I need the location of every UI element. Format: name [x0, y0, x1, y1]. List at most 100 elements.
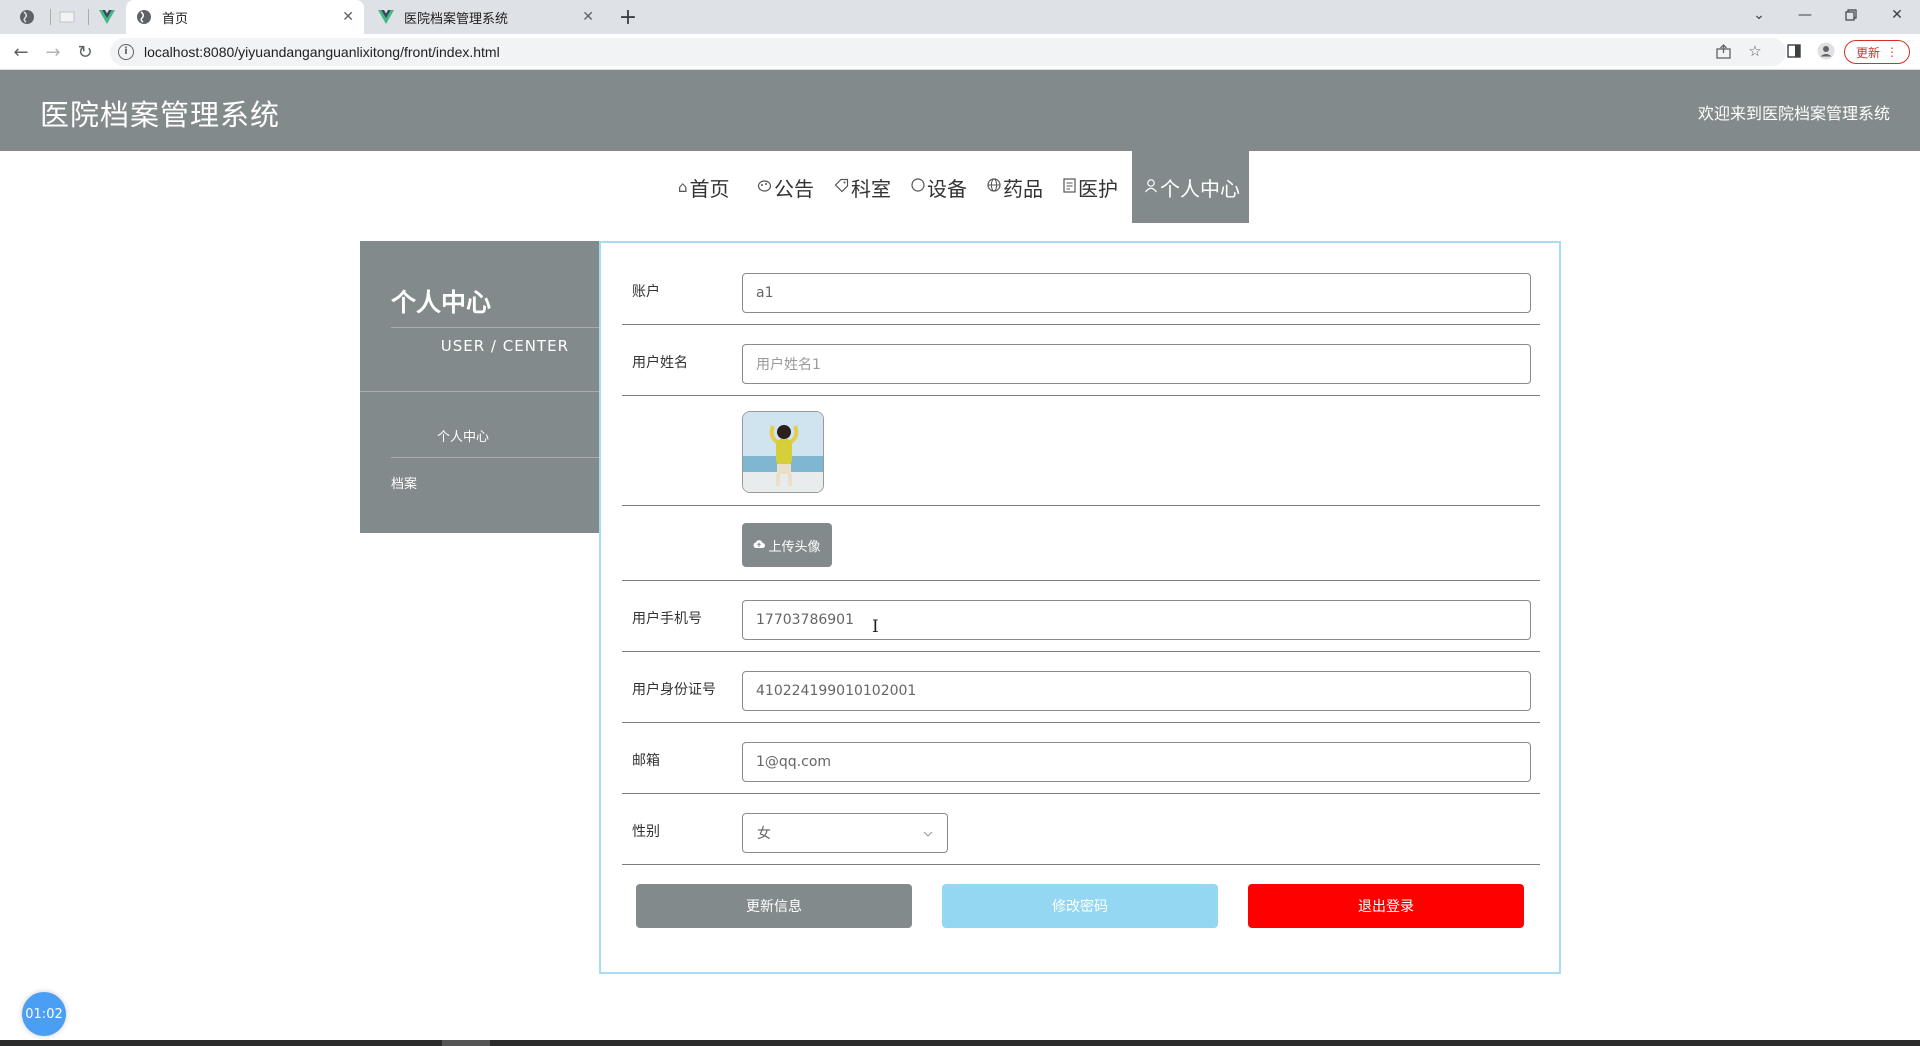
nav-item-home[interactable]: ⌂ 首页 [678, 151, 730, 223]
new-tab-button[interactable]: + [614, 3, 642, 31]
circle-icon [911, 178, 925, 196]
doc-icon [1063, 177, 1076, 197]
announce-icon [757, 178, 772, 197]
idcard-value: 410224199010102001 [756, 683, 917, 699]
globe-icon [136, 9, 152, 25]
sidebar-item-archive[interactable]: 档案 [391, 473, 417, 492]
close-icon[interactable]: ✕ [582, 9, 594, 25]
form-row-email: 邮箱 1@qq.com [622, 723, 1540, 794]
close-icon[interactable]: ✕ [342, 9, 354, 25]
form-row-phone: 用户手机号 17703786901 [622, 581, 1540, 652]
email-value: 1@qq.com [756, 754, 832, 770]
site-title: 医院档案管理系统 [40, 98, 281, 132]
nav-label: 设备 [927, 176, 967, 201]
tab-title: 医院档案管理系统 [404, 11, 509, 27]
update-button[interactable]: 更新 ⋮ [1844, 40, 1910, 64]
change-password-button[interactable]: 修改密码 [942, 884, 1218, 928]
sidebar-subtitle: USER / CENTER [440, 337, 569, 355]
close-window-button[interactable]: ✕ [1874, 0, 1920, 30]
gender-label: 性别 [632, 824, 660, 840]
pinned-tab-globe[interactable] [12, 6, 42, 28]
profile-avatar-icon[interactable] [1813, 38, 1839, 64]
nav-item-equipment[interactable]: 设备 [911, 151, 967, 223]
name-label: 用户姓名 [632, 355, 688, 371]
nav-label: 药品 [1003, 176, 1043, 201]
upload-avatar-button[interactable]: 上传头像 [742, 523, 832, 567]
nav-item-medicine[interactable]: 药品 [987, 151, 1043, 223]
form-row-gender: 性别 女 [622, 794, 1540, 865]
form-row-upload: 上传头像 [622, 506, 1540, 581]
form-row-idcard: 用户身份证号 410224199010102001 [622, 652, 1540, 723]
upload-label: 上传头像 [768, 539, 821, 555]
phone-input[interactable]: 17703786901 [742, 600, 1531, 640]
form-row-account: 账户 a1 [622, 243, 1540, 325]
page-icon [59, 11, 75, 23]
account-value: a1 [756, 285, 774, 301]
address-bar[interactable]: i localhost:8080/yiyuandanganguanlixiton… [110, 38, 1786, 66]
restore-button[interactable] [1828, 0, 1874, 30]
timer-badge[interactable]: 01:02 [22, 992, 66, 1036]
nav-item-medical-staff[interactable]: 医护 [1063, 151, 1118, 223]
share-icon[interactable] [1710, 38, 1736, 64]
divider [391, 457, 599, 458]
form-row-name: 用户姓名 用户姓名1 [622, 325, 1540, 396]
phone-label: 用户手机号 [632, 611, 702, 627]
text-cursor-icon: I [872, 617, 879, 637]
nav-label: 首页 [689, 176, 730, 201]
site-header: 医院档案管理系统 欢迎来到医院档案管理系统 [0, 70, 1920, 151]
nav-item-personal-center[interactable]: 个人中心 [1132, 151, 1249, 223]
url-text[interactable]: localhost:8080/yiyuandanganguanlixitong/… [144, 44, 500, 60]
nav-label: 公告 [774, 176, 814, 201]
browser-tab-bar: 首页 ✕ 医院档案管理系统 ✕ + ⌄ — ✕ [0, 0, 1920, 34]
user-icon [1144, 178, 1158, 197]
nav-item-announcement[interactable]: 公告 [757, 151, 814, 223]
update-label: 更新 [1855, 45, 1880, 60]
divider [360, 391, 599, 392]
gender-select[interactable]: 女 [742, 813, 948, 853]
tab-title: 首页 [162, 11, 189, 27]
pinned-tab-vue[interactable] [92, 6, 122, 28]
account-input[interactable]: a1 [742, 273, 1531, 313]
update-info-button[interactable]: 更新信息 [636, 884, 912, 928]
tab-search-chevron-icon[interactable]: ⌄ [1736, 0, 1782, 30]
main-nav: ⌂ 首页 公告 科室 设备 药品 医护 个人中心 [0, 151, 1920, 223]
idcard-label: 用户身份证号 [632, 682, 716, 698]
sidebar-item-personal-center[interactable]: 个人中心 [437, 426, 489, 445]
vue-icon [99, 10, 115, 24]
vue-icon [378, 9, 394, 25]
idcard-input[interactable]: 410224199010102001 [742, 671, 1531, 711]
cloud-upload-icon [753, 538, 766, 553]
tab-home[interactable]: 首页 ✕ [126, 0, 364, 34]
avatar [742, 411, 824, 493]
home-icon: ⌂ [678, 178, 688, 196]
reload-icon[interactable]: ↻ [72, 39, 98, 65]
back-arrow-icon[interactable]: ← [8, 39, 34, 65]
forward-arrow-icon[interactable]: → [40, 39, 66, 65]
form-row-avatar [622, 396, 1540, 506]
phone-value: 17703786901 [756, 612, 854, 628]
tag-icon [834, 178, 849, 197]
globe-icon [987, 178, 1001, 196]
email-input[interactable]: 1@qq.com [742, 742, 1531, 782]
welcome-text: 欢迎来到医院档案管理系统 [1697, 104, 1890, 123]
bookmark-star-icon[interactable]: ☆ [1742, 38, 1768, 64]
email-label: 邮箱 [632, 753, 660, 769]
sidebar-title: 个人中心 [391, 288, 492, 317]
sidepanel-icon[interactable] [1781, 38, 1807, 64]
pinned-tab-blank[interactable] [52, 6, 82, 28]
account-label: 账户 [632, 284, 660, 300]
divider [391, 327, 599, 328]
info-icon[interactable]: i [118, 44, 134, 60]
user-info-form: 账户 a1 用户姓名 用户姓名1 上传头像 用户手机号 17703786901 … [599, 241, 1561, 974]
minimize-button[interactable]: — [1782, 0, 1828, 30]
nav-item-department[interactable]: 科室 [834, 151, 891, 223]
name-input[interactable]: 用户姓名1 [742, 344, 1531, 384]
restore-icon [1845, 9, 1857, 21]
nav-label: 科室 [851, 176, 891, 201]
taskbar-strip [0, 1040, 1920, 1046]
name-placeholder: 用户姓名1 [756, 357, 821, 373]
chevron-down-icon [923, 827, 933, 840]
more-vertical-icon: ⋮ [1886, 45, 1898, 59]
tab-hospital-system[interactable]: 医院档案管理系统 ✕ [368, 0, 604, 34]
logout-button[interactable]: 退出登录 [1248, 884, 1524, 928]
